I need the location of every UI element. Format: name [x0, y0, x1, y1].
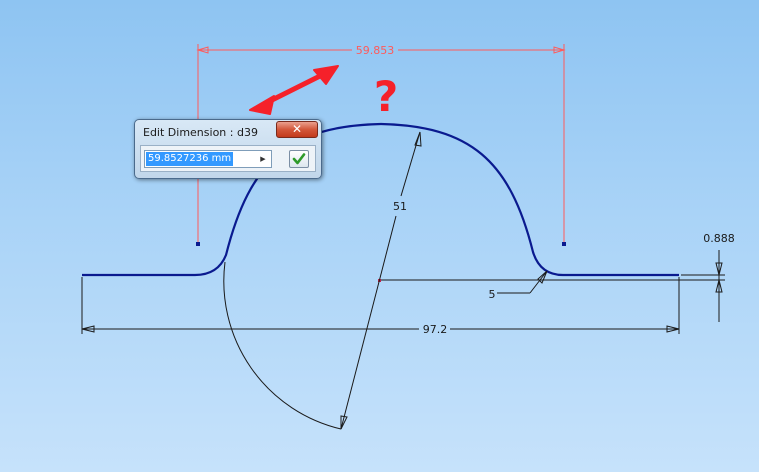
selected-value-text[interactable]: 59.8527236 mm — [146, 152, 234, 166]
diameter-value[interactable]: 51 — [393, 200, 407, 213]
sketch-point[interactable] — [196, 242, 200, 246]
sketch-canvas[interactable]: 59.853 97.2 51 5 0.888 ? Edit Dimension … — [0, 0, 759, 472]
checkmark-icon — [292, 153, 306, 165]
construction-arc[interactable] — [223, 261, 342, 430]
width-dimension-value[interactable]: 59.853 — [356, 44, 395, 57]
chevron-right-icon[interactable]: ▶ — [256, 152, 270, 166]
double-arrow-icon — [249, 65, 339, 115]
sketch-point[interactable] — [562, 242, 566, 246]
dialog-body: 59.8527236 mm ▶ — [140, 145, 316, 172]
fillet-value[interactable]: 5 — [489, 288, 496, 301]
dialog-title: Edit Dimension : d39 — [143, 126, 258, 139]
question-mark-annotation: ? — [374, 72, 398, 121]
offset-dimension-0888[interactable]: 0.888 — [681, 232, 735, 322]
close-icon: ✕ — [291, 122, 303, 136]
dimension-value-input[interactable]: 59.8527236 mm ▶ — [144, 150, 272, 168]
sketch-geometry: 59.853 97.2 51 5 0.888 ? — [81, 44, 735, 430]
edit-dimension-dialog[interactable]: Edit Dimension : d39 ✕ 59.8527236 mm ▶ — [134, 119, 322, 179]
offset-value[interactable]: 0.888 — [703, 232, 735, 245]
accept-button[interactable] — [289, 150, 309, 168]
close-button[interactable]: ✕ — [276, 121, 318, 138]
overall-width-dimension[interactable]: 97.2 — [81, 277, 680, 336]
overall-width-value[interactable]: 97.2 — [423, 323, 448, 336]
